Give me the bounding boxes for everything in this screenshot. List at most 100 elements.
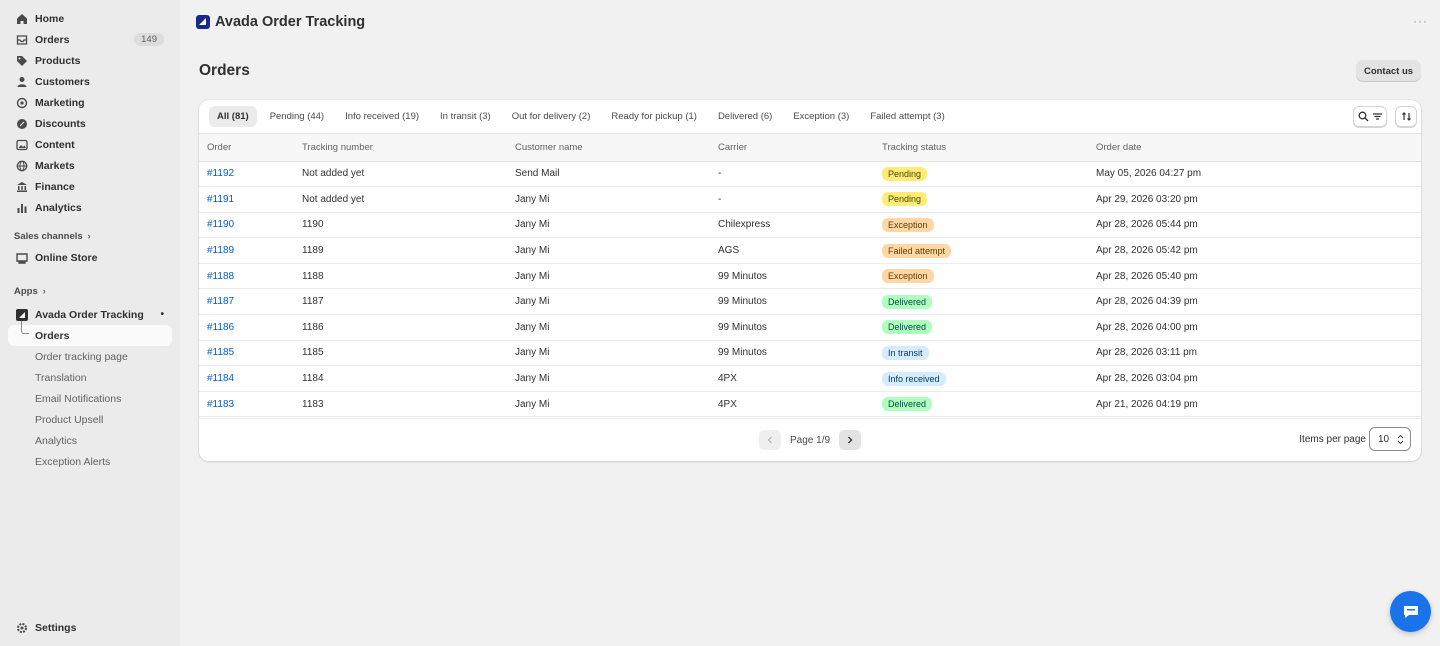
table-row[interactable]: #1191 Not added yet Jany Mi - Pending Apr 29,… [199,187,1421,213]
bank-icon [16,181,28,193]
order-link[interactable]: #1192 [207,168,234,179]
app-subitem-label: Email Notifications [35,392,122,405]
tab-pending[interactable]: Pending (44) [262,106,332,127]
table-row[interactable]: #1187 1187 Jany Mi 99 Minutos Delivered Apr 2… [199,289,1421,315]
tab-delivered[interactable]: Delivered (6) [710,106,780,127]
table-row[interactable]: #1192 Not added yet Send Mail - Pending May 0… [199,161,1421,187]
tracking-number-cell: 1188 [302,270,324,282]
sidebar-item-orders[interactable]: Orders 149 [8,29,172,50]
order-date-cell: Apr 28, 2026 03:11 pm [1096,347,1197,359]
order-link[interactable]: #1185 [207,347,234,358]
col-customer-name[interactable]: Customer name [515,134,718,162]
apps-header[interactable]: Apps › [14,284,172,298]
sidebar-item-marketing[interactable]: Marketing [8,92,172,113]
col-tracking-number[interactable]: Tracking number [302,134,515,162]
table-row[interactable]: #1185 1185 Jany Mi 99 Minutos In transit Apr … [199,340,1421,366]
next-page-button[interactable] [839,430,862,450]
sidebar-item-discounts[interactable]: Discounts [8,113,172,134]
sidebar-item-finance[interactable]: Finance [8,176,172,197]
tab-failed-attempt[interactable]: Failed attempt (3) [862,106,952,127]
sidebar-item-settings[interactable]: Settings [8,617,172,638]
table-row[interactable]: #1190 1190 Jany Mi Chilexpress Exception Apr … [199,212,1421,238]
contact-us-button[interactable]: Contact us [1356,60,1421,82]
sidebar-item-label: Settings [35,621,77,634]
col-order-date[interactable]: Order date [1096,134,1421,162]
tracking-number-cell: 1187 [302,296,324,308]
status-badge: Delivered [882,294,933,309]
tracking-status-cell: Delivered [882,289,1096,315]
home-icon [16,13,28,25]
sidebar-item-customers[interactable]: Customers [8,71,172,92]
sidebar-item-label: Avada Order Tracking [35,308,144,321]
store-icon [16,252,28,264]
order-cell: #1189 [199,238,302,264]
tracking-status-cell: Failed attempt [882,238,1096,264]
app-subitem-product-upsell[interactable]: Product Upsell [8,409,172,430]
customer-name-cell: Send Mail [515,168,560,180]
sidebar-item-content[interactable]: Content [8,134,172,155]
app-subitem-label: Exception Alerts [35,455,111,468]
prev-page-button[interactable] [759,430,781,450]
table-row[interactable]: #1189 1189 Jany Mi AGS Failed attempt Apr 28,… [199,238,1421,264]
carrier-cell: AGS [718,245,740,257]
app-subitem-label: Product Upsell [35,413,104,426]
col-tracking-status[interactable]: Tracking status [882,134,1096,162]
page-indicator: Page 1/9 [790,434,831,446]
table-row[interactable]: #1186 1186 Jany Mi 99 Minutos Delivered Apr 2… [199,315,1421,341]
sidebar-item-avada-app[interactable]: Avada Order Tracking • [8,304,172,325]
chat-widget-button[interactable] [1390,591,1431,632]
order-link[interactable]: #1188 [207,271,234,282]
more-actions-icon[interactable]: ··· [1413,14,1428,28]
order-link[interactable]: #1190 [207,219,234,230]
sidebar-item-home[interactable]: Home [8,8,172,29]
pin-dot-icon[interactable]: • [160,309,164,320]
sales-channels-header[interactable]: Sales channels › [14,229,172,243]
order-link[interactable]: #1186 [207,322,234,333]
tab-info-received[interactable]: Info received (19) [337,106,427,127]
app-subitem-label: Analytics [35,434,78,447]
sidebar-item-label: Analytics [35,201,82,214]
tracking-status-cell: Pending [882,187,1096,213]
carrier-cell: 4PX [718,398,737,410]
sidebar-item-analytics[interactable]: Analytics [8,197,172,218]
sidebar-item-products[interactable]: Products [8,50,172,71]
col-order[interactable]: Order [199,134,302,162]
table-row[interactable]: #1183 1183 Jany Mi 4PX Delivered Apr 21, 2026… [199,391,1421,417]
sales-channels-label: Sales channels [14,230,83,242]
table-row[interactable]: #1188 1188 Jany Mi 99 Minutos Exception Apr 2… [199,263,1421,289]
order-link[interactable]: #1183 [207,399,234,410]
app-subitem-orders[interactable]: Orders [8,321,172,346]
order-link[interactable]: #1191 [207,194,234,205]
status-badge: Pending [882,192,928,207]
app-subitem-email-notifications[interactable]: Email Notifications [8,388,172,409]
chevron-left-icon [767,436,772,444]
tracking-status-cell: Info received [882,366,1096,392]
tab-in-transit[interactable]: In transit (3) [432,106,499,127]
sidebar-item-markets[interactable]: Markets [8,155,172,176]
app-subitem-translation[interactable]: Translation [8,367,172,388]
order-cell: #1192 [199,161,302,187]
table-row[interactable]: #1184 1184 Jany Mi 4PX Info received Apr 28, … [199,366,1421,392]
tab-out-for-delivery[interactable]: Out for delivery (2) [504,106,599,127]
status-badge: Exception [882,269,934,284]
order-link[interactable]: #1187 [207,296,234,307]
search-filter-button[interactable] [1353,106,1387,127]
app-subnav: Orders Order tracking page Translation Emai… [0,321,180,472]
order-link[interactable]: #1189 [207,245,234,256]
app-subitem-exception-alerts[interactable]: Exception Alerts [8,451,172,472]
sidebar-item-label: Products [35,54,81,67]
tab-ready-for-pickup[interactable]: Ready for pickup (1) [603,106,705,127]
order-cell: #1186 [199,315,302,341]
table-body: #1192 Not added yet Send Mail - Pending May 0… [199,161,1421,417]
order-link[interactable]: #1184 [207,373,234,384]
app-subitem-analytics[interactable]: Analytics [8,430,172,451]
col-carrier[interactable]: Carrier [718,134,882,162]
tab-exception[interactable]: Exception (3) [785,106,857,127]
sidebar-item-online-store[interactable]: Online Store [8,247,172,268]
tab-all[interactable]: All (81) [209,106,257,127]
app-topbar: Avada Order Tracking ··· [180,0,1440,44]
items-per-page-select[interactable]: 10 [1369,427,1411,451]
app-subitem-order-tracking-page[interactable]: Order tracking page [8,346,172,367]
sort-button[interactable] [1395,106,1417,127]
carrier-cell: 99 Minutos [718,296,767,308]
